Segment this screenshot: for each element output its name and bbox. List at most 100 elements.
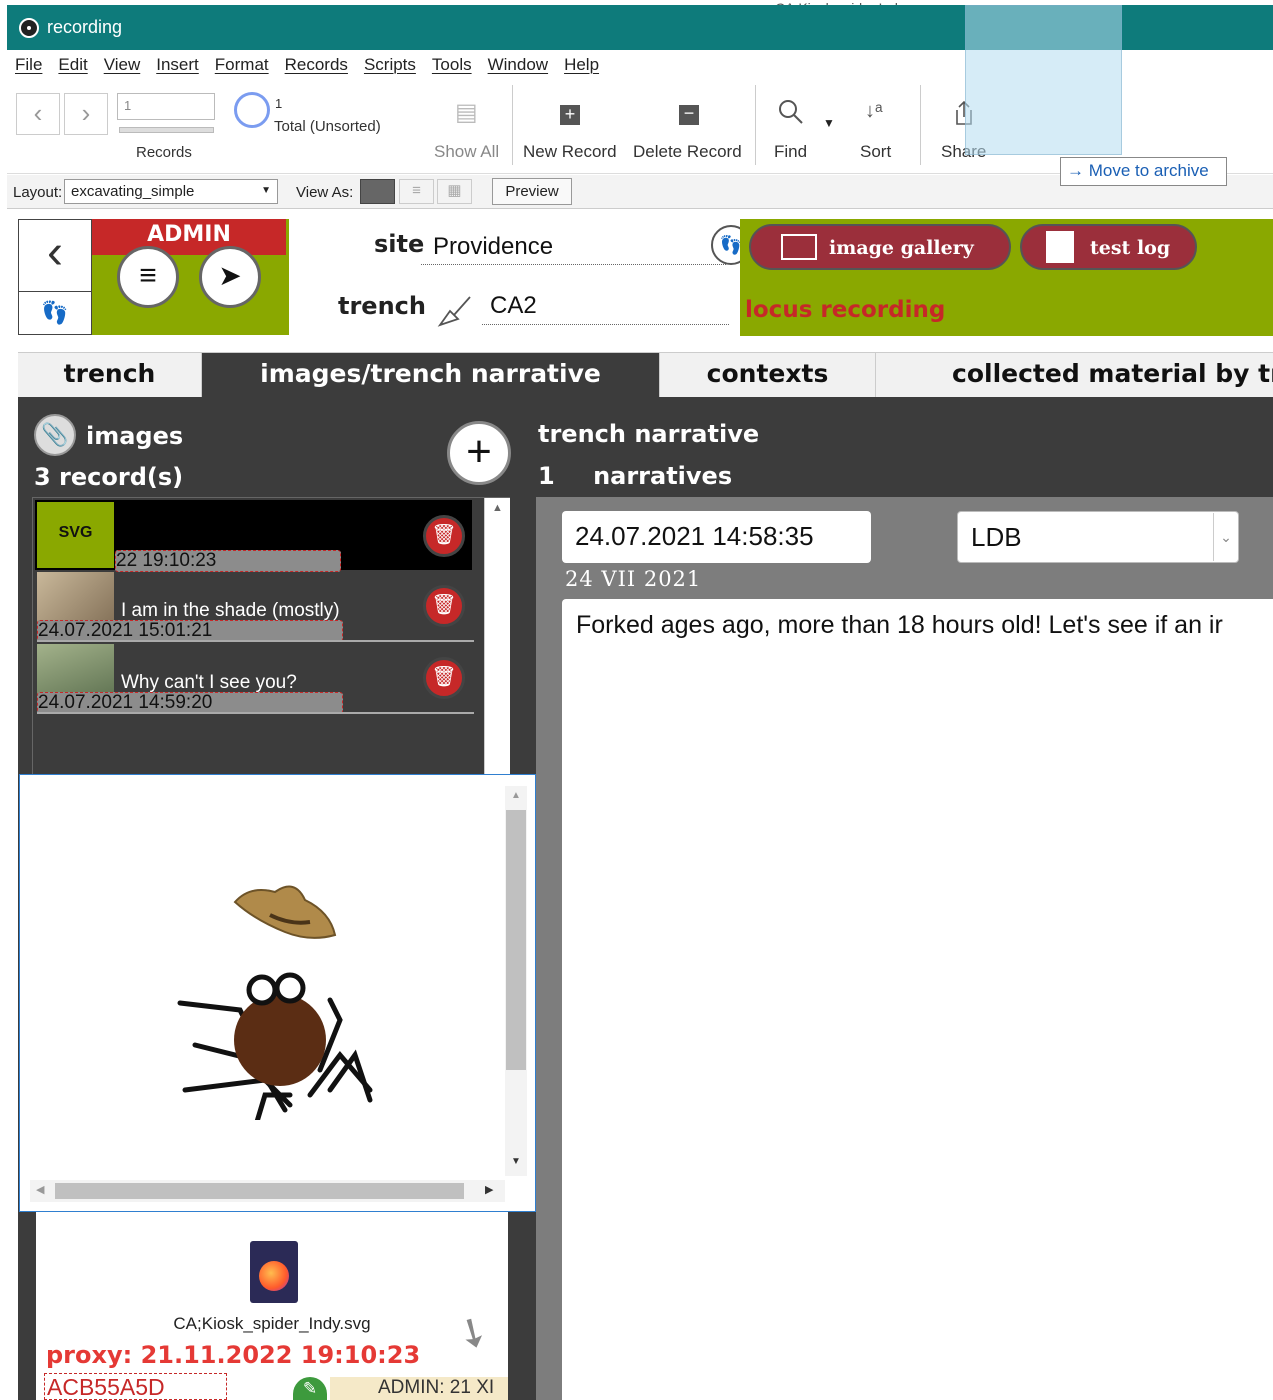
preview-button[interactable]: Preview [492,178,572,205]
tab-contexts[interactable]: contexts [660,353,876,398]
admin-badge: ADMIN: 21 XI [330,1377,508,1400]
list-view-icon[interactable]: ≡ [399,179,434,204]
scroll-down-icon[interactable]: ▼ [505,1156,527,1167]
menu-scripts[interactable]: Scripts [356,50,424,80]
row-title: Why can't I see you? [121,672,297,693]
find-button[interactable]: Find [774,142,807,162]
image-viewer[interactable] [19,774,536,1212]
table-view-icon[interactable]: ▦ [437,179,472,204]
trash-icon[interactable]: 🗑 [423,585,465,627]
tab-images-trench-narrative[interactable]: images/trench narrative [202,353,660,398]
back-chevron-icon[interactable]: ‹ [19,220,91,292]
list-item[interactable]: Why can't I see you? 24.07.2021 14:59:20… [35,642,474,714]
trench-field[interactable]: CA2 [482,292,729,325]
narrative-datetime-field[interactable]: 24.07.2021 14:58:35 [562,511,871,563]
search-icon [777,98,805,133]
next-record-button[interactable]: › [64,93,108,135]
find-dropdown-icon[interactable]: ▼ [823,116,835,130]
tab-collected-material[interactable]: collected material by tren [876,353,1273,398]
menu-view[interactable]: View [96,50,149,80]
row-date: 22 19:10:23 [115,550,341,572]
svg-badge: SVG [37,502,114,568]
list-item[interactable]: SVG 22 19:10:23 🗑 [35,500,472,572]
site-label: site [374,230,425,258]
back-box: ‹ 👣 [18,219,92,335]
add-image-button[interactable]: + [447,421,511,485]
spreadsheet-icon [1046,231,1074,263]
new-record-button[interactable]: New Record [523,142,617,162]
move-to-archive-label: Move to archive [1088,161,1209,180]
row-date: 24.07.2021 14:59:20 [37,692,343,714]
app-icon [19,18,39,38]
viewer-horizontal-scrollbar[interactable]: ◀ ▶ [30,1180,505,1202]
site-field[interactable]: Providence [421,233,726,265]
move-to-archive-tooltip[interactable]: → Move to archive [1060,157,1227,186]
tab-trench[interactable]: trench [18,353,202,398]
menu-edit[interactable]: Edit [50,50,95,80]
delete-record-icon: − [679,104,699,125]
trash-icon[interactable]: 🗑 [423,657,465,699]
menu-records[interactable]: Records [277,50,356,80]
scroll-left-icon[interactable]: ◀ [36,1183,44,1196]
image-gallery-button[interactable]: image gallery [749,224,1011,270]
images-record-count: 3 record(s) [34,463,184,491]
list-scrollbar[interactable]: ▲ [484,498,510,776]
trash-icon[interactable]: 🗑 [423,515,465,557]
record-slider[interactable] [119,127,214,133]
test-log-label: test log [1090,237,1171,259]
author-select[interactable]: LDB [957,511,1239,563]
scroll-up-icon[interactable]: ▲ [485,498,510,514]
scroll-thumb[interactable] [55,1183,464,1199]
proxy-label: proxy: 21.11.2022 19:10:23 [46,1341,421,1369]
trench-label: trench [338,292,426,320]
firefox-file-icon [250,1241,298,1303]
list-item[interactable]: I am in the shade (mostly) 24.07.2021 15… [35,570,474,642]
layout-select[interactable]: excavating_simple ▼ [64,179,278,204]
record-number-input[interactable]: 1 [117,93,215,120]
chevron-down-icon[interactable]: ⌄ [1213,513,1238,561]
scroll-up-icon[interactable]: ▲ [505,786,527,801]
sort-button[interactable]: Sort [860,142,891,162]
layout-label: Layout: [13,184,63,201]
layout-value: excavating_simple [71,183,195,200]
new-record-icon: + [560,105,580,125]
test-log-button[interactable]: test log [1020,224,1197,270]
show-all-button[interactable]: Show All [434,142,499,162]
menu-format[interactable]: Format [207,50,277,80]
delete-record-button[interactable]: Delete Record [633,142,742,162]
viewer-vertical-scrollbar[interactable]: ▲ ▼ [505,786,527,1176]
records-label: Records [136,144,192,161]
found-set-pie-icon [234,92,270,128]
spider-image [177,885,373,1120]
toolbar-divider [920,85,921,165]
scroll-thumb[interactable] [506,810,526,1070]
menu-insert[interactable]: Insert [148,50,207,80]
menu-file[interactable]: File [7,50,50,80]
trowel-icon [436,291,474,334]
form-view-icon[interactable] [360,179,395,204]
previous-record-button[interactable]: ‹ [16,93,60,135]
locus-recording-label: locus recording [745,297,946,323]
menu-help[interactable]: Help [556,50,607,80]
file-info-panel: CA;Kiosk_spider_Indy.svg ➘ [36,1212,508,1400]
menu-window[interactable]: Window [480,50,556,80]
scroll-right-icon[interactable]: ▶ [485,1183,493,1196]
menu-tools[interactable]: Tools [424,50,480,80]
toolbar-divider [755,85,756,165]
window-title: recording [47,17,123,37]
row-title: I am in the shade (mostly) [121,600,340,621]
narrative-count: 1 narratives [538,462,732,490]
firefox-logo [259,1261,289,1291]
show-all-icon: ▤ [455,99,478,126]
narrative-roman-date: 24 VII 2021 [565,567,702,591]
images-list: SVG 22 19:10:23 🗑 I am in the shade (mos… [32,497,510,777]
paperclip-icon: 📎 [34,414,76,456]
hex-id-field[interactable]: ACB55A5D [44,1373,227,1400]
admin-label: ADMIN [92,219,286,255]
hamburger-menu-icon[interactable]: ≡ [117,246,179,308]
footprints-icon[interactable]: 👣 [19,293,91,334]
narrative-text-area[interactable]: Forked ages ago, more than 18 hours old!… [562,599,1273,1400]
pin-cursor-icon[interactable]: ➤ [199,246,261,308]
row-date: 24.07.2021 15:01:21 [37,620,343,642]
snap-overlay [965,5,1122,155]
